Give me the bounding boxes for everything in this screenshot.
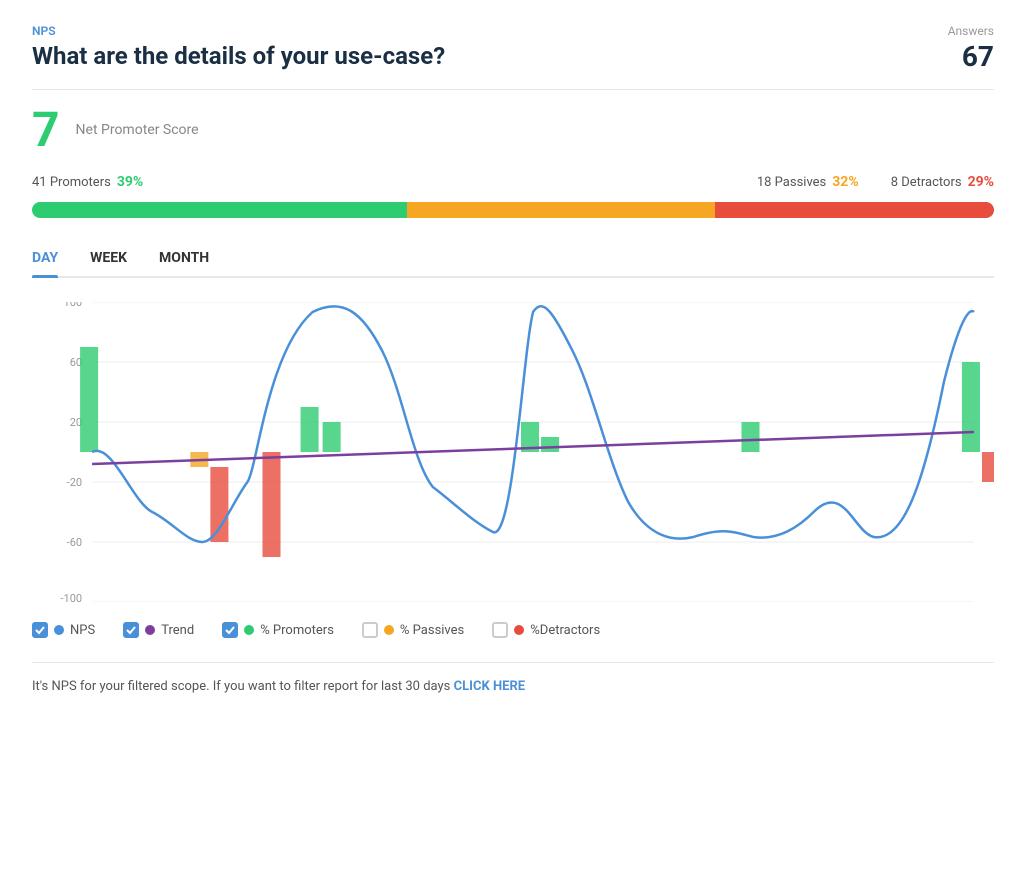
bar-aug30-green bbox=[301, 407, 319, 452]
legend-promoters-label: % Promoters bbox=[260, 623, 334, 638]
nps-score-label: Net Promoter Score bbox=[76, 122, 199, 138]
legend-trend-checkbox[interactable] bbox=[123, 622, 139, 638]
promoters-stat: 41 Promoters 39% bbox=[32, 174, 143, 190]
progress-passives bbox=[407, 202, 715, 218]
footer-text: It's NPS for your filtered scope. If you… bbox=[32, 679, 450, 694]
nps-label: NPS bbox=[32, 24, 445, 38]
checkmark-icon bbox=[126, 625, 136, 635]
promoters-pct: 39% bbox=[117, 174, 143, 190]
detractors-pct: 29% bbox=[968, 174, 994, 190]
chart-section: 100 60 20 -20 -60 -100 Aug 28 Aug 29 Aug… bbox=[32, 302, 994, 638]
chart-svg: 100 60 20 -20 -60 -100 Aug 28 Aug 29 Aug… bbox=[32, 302, 994, 602]
answers-label: Answers bbox=[948, 24, 994, 38]
legend-passives-label: % Passives bbox=[400, 623, 464, 638]
bar-aug29-red2 bbox=[262, 452, 280, 557]
nps-score-section: 7 Net Promoter Score bbox=[32, 106, 994, 154]
legend-detractors-checkbox[interactable] bbox=[492, 622, 508, 638]
bar-aug28-green bbox=[80, 347, 98, 452]
bar-aug29-red bbox=[210, 467, 228, 542]
header-divider bbox=[32, 89, 994, 90]
legend-promoters-checkbox[interactable] bbox=[222, 622, 238, 638]
legend-detractors-dot bbox=[514, 625, 524, 635]
passives-count: 18 Passives bbox=[757, 175, 826, 190]
answers-value: 67 bbox=[948, 40, 994, 73]
tab-week[interactable]: WEEK bbox=[90, 242, 127, 276]
legend-nps-dot bbox=[54, 625, 64, 635]
tab-month[interactable]: MONTH bbox=[159, 242, 209, 276]
legend-promoters-dot bbox=[244, 625, 254, 635]
checkmark-icon bbox=[225, 625, 235, 635]
bar-sep5-red bbox=[982, 452, 994, 482]
chart-legend: NPS Trend % Promoters % Passives bbox=[32, 622, 994, 638]
progress-detractors bbox=[715, 202, 994, 218]
time-tabs: DAY WEEK MONTH bbox=[32, 242, 994, 278]
bar-sep5-green bbox=[962, 362, 980, 452]
legend-promoters[interactable]: % Promoters bbox=[222, 622, 334, 638]
page-title: What are the details of your use-case? bbox=[32, 42, 445, 70]
legend-trend-dot bbox=[145, 625, 155, 635]
legend-nps[interactable]: NPS bbox=[32, 622, 95, 638]
legend-trend[interactable]: Trend bbox=[123, 622, 194, 638]
y-label-neg100: -100 bbox=[60, 592, 82, 602]
detractors-count: 8 Detractors bbox=[891, 175, 962, 190]
bar-sep1-green2 bbox=[541, 437, 559, 452]
y-label-neg60: -60 bbox=[67, 536, 82, 549]
progress-bar bbox=[32, 202, 994, 218]
bar-aug30-green2 bbox=[323, 422, 341, 452]
click-here-link[interactable]: CLICK HERE bbox=[454, 679, 525, 694]
passives-pct: 32% bbox=[832, 174, 858, 190]
bar-sep3-green bbox=[741, 422, 759, 452]
legend-detractors-label: %Detractors bbox=[530, 623, 600, 638]
legend-trend-label: Trend bbox=[161, 623, 194, 638]
legend-passives[interactable]: % Passives bbox=[362, 622, 464, 638]
nps-score-number: 7 bbox=[32, 106, 60, 154]
header-left: NPS What are the details of your use-cas… bbox=[32, 24, 445, 70]
legend-detractors[interactable]: %Detractors bbox=[492, 622, 600, 638]
legend-passives-checkbox[interactable] bbox=[362, 622, 378, 638]
y-label-100: 100 bbox=[64, 302, 83, 309]
legend-nps-label: NPS bbox=[70, 623, 95, 638]
y-label-neg20: -20 bbox=[67, 476, 82, 489]
promoters-count: 41 Promoters bbox=[32, 175, 111, 190]
progress-promoters bbox=[32, 202, 407, 218]
tab-day[interactable]: DAY bbox=[32, 242, 58, 276]
stats-row: 41 Promoters 39% 18 Passives 32% 8 Detra… bbox=[32, 174, 994, 190]
page-header: NPS What are the details of your use-cas… bbox=[32, 24, 994, 73]
passives-stat: 18 Passives 32% bbox=[757, 174, 859, 190]
detractors-stat: 8 Detractors 29% bbox=[891, 174, 994, 190]
header-right: Answers 67 bbox=[948, 24, 994, 73]
footer-bar: It's NPS for your filtered scope. If you… bbox=[32, 662, 994, 694]
legend-nps-checkbox[interactable] bbox=[32, 622, 48, 638]
legend-passives-dot bbox=[384, 625, 394, 635]
chart-wrapper: 100 60 20 -20 -60 -100 Aug 28 Aug 29 Aug… bbox=[32, 302, 994, 602]
checkmark-icon bbox=[35, 625, 45, 635]
